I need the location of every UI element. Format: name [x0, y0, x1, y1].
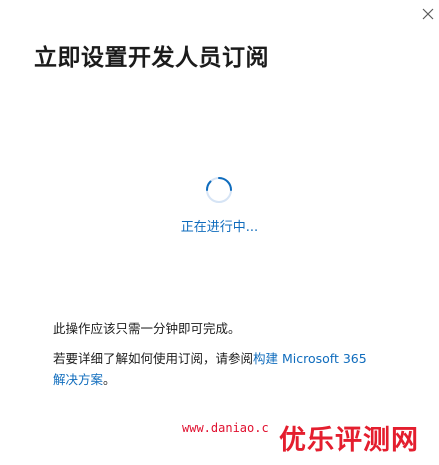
info-text: 此操作应该只需一分钟即可完成。 [53, 321, 241, 336]
learn-more-suffix: 。 [103, 372, 116, 387]
loading-spinner-icon [205, 177, 232, 203]
learn-more-text: 若要详细了解如何使用订阅，请参阅构建 Microsoft 365 解决方案。 [53, 348, 383, 390]
progress-status: 正在进行中... [180, 220, 259, 235]
close-icon [422, 8, 434, 20]
setup-dialog: 立即设置开发人员订阅 正在进行中... 此操作应该只需一分钟即可完成。 若要详细… [0, 0, 439, 465]
dialog-title: 立即设置开发人员订阅 [34, 45, 269, 71]
watermark-brand: 优乐评测网 [279, 425, 419, 456]
close-button[interactable] [418, 4, 438, 24]
learn-more-prefix: 若要详细了解如何使用订阅，请参阅 [53, 351, 254, 366]
watermark-url: www.daniao.c [182, 421, 269, 435]
